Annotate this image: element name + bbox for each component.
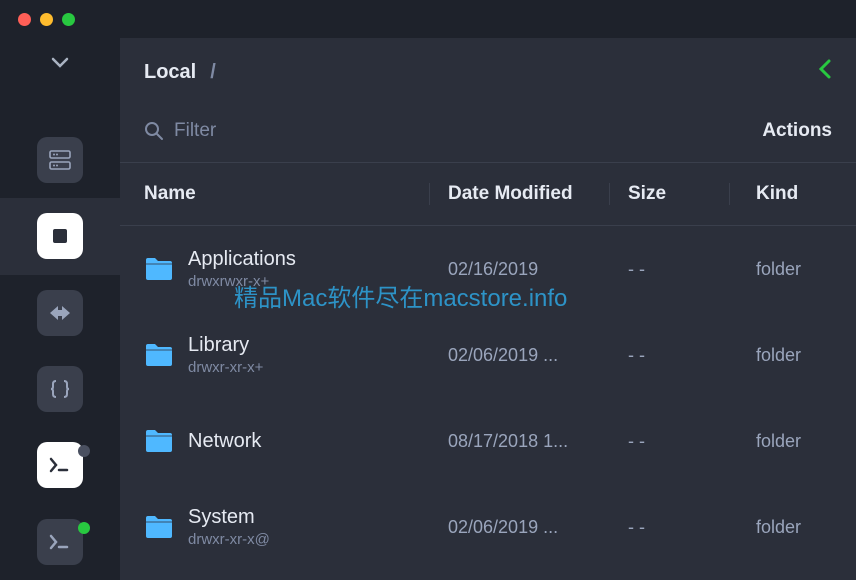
file-size: - -: [610, 431, 730, 452]
back-button[interactable]: [818, 58, 832, 86]
filter-box[interactable]: [144, 120, 374, 142]
braces-icon: [37, 366, 83, 412]
file-kind: folder: [730, 345, 856, 366]
status-badge: [78, 445, 90, 457]
main-panel: Local / Actions Name Date Modified S: [120, 38, 856, 580]
chevron-left-icon: [818, 58, 832, 80]
sync-icon: [37, 290, 83, 336]
actions-button[interactable]: Actions: [762, 120, 832, 142]
file-size: - -: [610, 259, 730, 280]
file-name: Network: [188, 430, 261, 453]
status-badge: [78, 522, 90, 534]
sidebar-item-snippets[interactable]: [0, 351, 120, 427]
file-permissions: drwxrwxr-x+: [188, 273, 296, 290]
folder-icon: [144, 256, 174, 282]
file-list: Applications drwxrwxr-x+ 02/16/2019 - - …: [120, 226, 856, 580]
file-date: 02/06/2019 ...: [430, 345, 610, 366]
filter-input[interactable]: [174, 120, 374, 142]
zoom-window-button[interactable]: [62, 13, 75, 26]
file-date: 02/06/2019 ...: [430, 517, 610, 538]
sidebar-item-servers[interactable]: [0, 122, 120, 198]
sidebar-item-terminal[interactable]: [0, 427, 120, 503]
file-kind: folder: [730, 259, 856, 280]
folder-icon: [144, 514, 174, 540]
table-row[interactable]: Network 08/17/2018 1... - - folder: [120, 398, 856, 484]
file-name: Library: [188, 334, 263, 357]
file-permissions: drwxr-xr-x+: [188, 359, 263, 376]
search-icon: [144, 121, 164, 141]
file-permissions: drwxr-xr-x@: [188, 531, 270, 548]
table-row[interactable]: System drwxr-xr-x@ 02/06/2019 ... - - fo…: [120, 484, 856, 570]
file-kind: folder: [730, 517, 856, 538]
breadcrumb[interactable]: Local /: [144, 61, 216, 84]
terminal-icon: [37, 519, 83, 565]
files-icon: [37, 213, 83, 259]
file-date: 08/17/2018 1...: [430, 431, 610, 452]
file-date: 02/16/2019: [430, 259, 610, 280]
table-row[interactable]: Library drwxr-xr-x+ 02/06/2019 ... - - f…: [120, 312, 856, 398]
breadcrumb-root: Local: [144, 61, 196, 84]
sidebar-item-terminal-2[interactable]: [0, 504, 120, 580]
sidebar-dropdown[interactable]: [51, 56, 69, 74]
servers-icon: [37, 137, 83, 183]
file-size: - -: [610, 517, 730, 538]
column-header-size[interactable]: Size: [610, 183, 730, 205]
folder-icon: [144, 428, 174, 454]
table-header: Name Date Modified Size Kind: [120, 162, 856, 226]
table-row[interactable]: Applications drwxrwxr-x+ 02/16/2019 - - …: [120, 226, 856, 312]
terminal-icon: [37, 442, 83, 488]
column-header-date[interactable]: Date Modified: [430, 183, 610, 205]
sidebar-item-sync[interactable]: [0, 275, 120, 351]
sidebar: [0, 38, 120, 580]
column-header-name[interactable]: Name: [120, 183, 430, 205]
sidebar-item-files[interactable]: [0, 198, 120, 274]
file-name: Applications: [188, 248, 296, 271]
close-window-button[interactable]: [18, 13, 31, 26]
folder-icon: [144, 342, 174, 368]
titlebar: [0, 0, 856, 38]
file-size: - -: [610, 345, 730, 366]
file-kind: folder: [730, 431, 856, 452]
minimize-window-button[interactable]: [40, 13, 53, 26]
chevron-down-icon: [51, 57, 69, 69]
breadcrumb-separator: /: [210, 61, 216, 84]
column-header-kind[interactable]: Kind: [730, 183, 856, 205]
file-name: System: [188, 506, 270, 529]
